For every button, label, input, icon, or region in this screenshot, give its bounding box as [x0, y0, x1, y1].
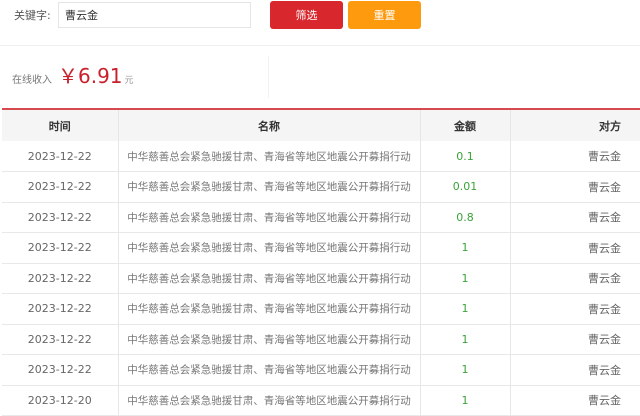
table-row: 2023-12-22 中华慈善总会紧急驰援甘肃、青海省等地区地震公开募捐行动 1 曹云…	[2, 232, 640, 264]
cell-counterparty: 曹云金	[510, 171, 640, 203]
cell-counterparty: 曹云金	[510, 293, 640, 325]
table-row: 2023-12-22 中华慈善总会紧急驰援甘肃、青海省等地区地震公开募捐行动 0.0…	[2, 171, 640, 203]
cell-name: 中华慈善总会紧急驰援甘肃、青海省等地区地震公开募捐行动	[118, 141, 421, 172]
cell-amount: 0.01	[420, 171, 511, 203]
cell-name: 中华慈善总会紧急驰援甘肃、青海省等地区地震公开募捐行动	[118, 202, 421, 233]
cell-amount: 0.8	[420, 202, 511, 233]
cell-time: 2023-12-22	[2, 141, 119, 172]
cell-amount: 1	[420, 293, 511, 325]
cell-counterparty: 曹云金	[510, 354, 640, 386]
cell-time: 2023-12-22	[2, 354, 119, 386]
cell-counterparty: 曹云金	[510, 232, 640, 264]
header-name: 名称	[118, 109, 421, 141]
income-unit: 元	[124, 76, 134, 86]
table-row: 2023-12-22 中华慈善总会紧急驰援甘肃、青海省等地区地震公开募捐行动 1 曹云…	[2, 324, 640, 355]
cell-time: 2023-12-22	[2, 324, 119, 355]
cell-time: 2023-12-22	[2, 263, 119, 294]
cell-name: 中华慈善总会紧急驰援甘肃、青海省等地区地震公开募捐行动	[118, 293, 421, 325]
cell-name: 中华慈善总会紧急驰援甘肃、青海省等地区地震公开募捐行动	[118, 263, 421, 294]
keyword-label: 关键字:	[14, 9, 51, 22]
cell-time: 2023-12-22	[2, 202, 119, 233]
divider	[268, 56, 269, 98]
cell-name: 中华慈善总会紧急驰援甘肃、青海省等地区地震公开募捐行动	[118, 324, 421, 355]
cell-amount: 1	[420, 324, 511, 355]
header-time: 时间	[2, 109, 119, 141]
table-row: 2023-12-22 中华慈善总会紧急驰援甘肃、青海省等地区地震公开募捐行动 1 曹云…	[2, 263, 640, 294]
cell-time: 2023-12-22	[2, 232, 119, 264]
cell-time: 2023-12-22	[2, 293, 119, 325]
table-row: 2023-12-22 中华慈善总会紧急驰援甘肃、青海省等地区地震公开募捐行动 1 曹云…	[2, 293, 640, 325]
income-amount: ￥6.91	[58, 64, 123, 88]
income-label: 在线收入	[12, 75, 52, 86]
cell-counterparty: 曹云金	[510, 385, 640, 416]
filter-bar: 关键字: 筛选 重置	[0, 0, 640, 46]
cell-counterparty: 曹云金	[510, 141, 640, 172]
online-income: 在线收入 ￥6.91 元	[12, 60, 134, 89]
keyword-input[interactable]	[58, 2, 251, 28]
cell-time: 2023-12-22	[2, 171, 119, 203]
table-row: 2023-12-22 中华慈善总会紧急驰援甘肃、青海省等地区地震公开募捐行动 0.1…	[2, 141, 640, 172]
cell-counterparty: 曹云金	[510, 263, 640, 294]
header-counterparty: 对方	[510, 109, 640, 141]
cell-amount: 1	[420, 232, 511, 264]
cell-name: 中华慈善总会紧急驰援甘肃、青海省等地区地震公开募捐行动	[118, 354, 421, 386]
reset-button[interactable]: 重置	[348, 1, 421, 29]
cell-name: 中华慈善总会紧急驰援甘肃、青海省等地区地震公开募捐行动	[118, 385, 421, 416]
header-amount: 金额	[420, 109, 511, 141]
table-row: 2023-12-22 中华慈善总会紧急驰援甘肃、青海省等地区地震公开募捐行动 0.8…	[2, 202, 640, 233]
cell-amount: 1	[420, 354, 511, 386]
filter-button[interactable]: 筛选	[270, 1, 343, 29]
donation-table: 时间 名称 金额 对方 2023-12-22 中华慈善总会紧急驰援甘肃、青海省等地区地震…	[2, 108, 640, 416]
cell-amount: 1	[420, 263, 511, 294]
cell-counterparty: 曹云金	[510, 202, 640, 233]
cell-amount: 1	[420, 385, 511, 416]
cell-name: 中华慈善总会紧急驰援甘肃、青海省等地区地震公开募捐行动	[118, 171, 421, 203]
cell-time: 2023-12-20	[2, 385, 119, 416]
cell-amount: 0.1	[420, 141, 511, 172]
table-row: 2023-12-22 中华慈善总会紧急驰援甘肃、青海省等地区地震公开募捐行动 1 曹云…	[2, 354, 640, 386]
cell-name: 中华慈善总会紧急驰援甘肃、青海省等地区地震公开募捐行动	[118, 232, 421, 264]
table-row: 2023-12-20 中华慈善总会紧急驰援甘肃、青海省等地区地震公开募捐行动 1 曹云…	[2, 385, 640, 416]
cell-counterparty: 曹云金	[510, 324, 640, 355]
